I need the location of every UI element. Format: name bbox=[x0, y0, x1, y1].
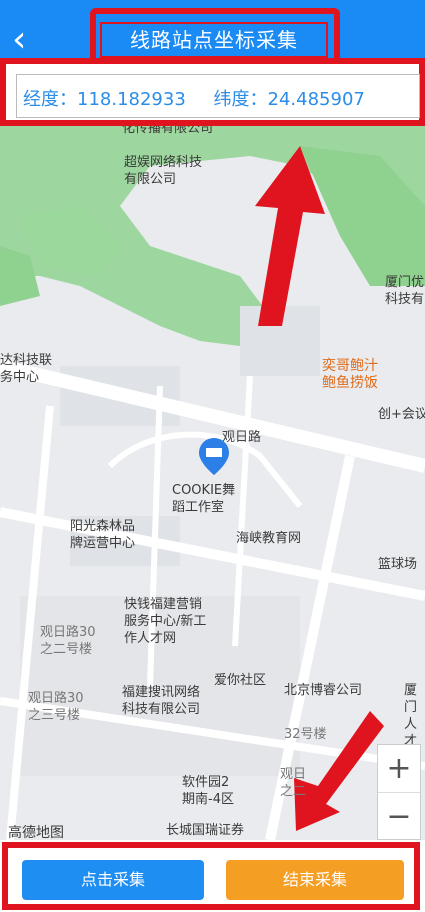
back-icon[interactable]: ‹ bbox=[12, 22, 42, 58]
poi-label[interactable]: 长城国瑞证券 bbox=[166, 822, 244, 839]
poi-label[interactable]: COOKIE舞蹈工作室 bbox=[172, 482, 244, 516]
poi-label[interactable]: 厦门优科技有 bbox=[385, 274, 425, 308]
zoom-out-button[interactable]: − bbox=[378, 793, 420, 840]
location-pin-icon[interactable] bbox=[196, 436, 232, 476]
poi-label[interactable]: 快钱福建营销服务中心/新工作人才网 bbox=[124, 596, 212, 647]
poi-label[interactable]: 创+会议 bbox=[378, 406, 425, 423]
poi-label[interactable]: 观日之二 bbox=[280, 766, 310, 800]
finish-button[interactable]: 结束采集 bbox=[226, 860, 404, 900]
poi-label[interactable]: 篮球场 bbox=[378, 556, 417, 573]
poi-label[interactable]: 超娱网络科技有限公司 bbox=[124, 154, 202, 188]
poi-label[interactable]: 奕哥鲍汁鲍鱼捞饭 bbox=[322, 358, 382, 392]
poi-label[interactable]: 海峡教育网 bbox=[236, 530, 301, 547]
page-title: 线路站点坐标采集 bbox=[100, 22, 328, 58]
poi-label[interactable]: 32号楼 bbox=[284, 726, 327, 743]
poi-label[interactable]: 观日路30之三号楼 bbox=[28, 690, 88, 724]
longitude-value: 118.182933 bbox=[77, 89, 186, 110]
map-view[interactable]: 化传播有限公司 超娱网络科技有限公司 厦门优科技有 达科技联务中心 奕哥鲍汁鲍鱼… bbox=[0, 126, 425, 840]
poi-label[interactable]: 福建搜讯网络科技有限公司 bbox=[122, 684, 210, 718]
latitude-label: 纬度： bbox=[213, 89, 268, 110]
map-logo: 高德地图 bbox=[8, 825, 64, 841]
zoom-in-button[interactable]: + bbox=[378, 745, 420, 793]
poi-label[interactable]: 软件园2期南-4区 bbox=[182, 774, 242, 808]
poi-label[interactable]: 化传播有限公司 bbox=[122, 126, 213, 137]
coordinate-readout: 经度：118.182933 纬度：24.485907 bbox=[16, 74, 420, 118]
poi-label[interactable]: 北京博睿公司 bbox=[284, 682, 362, 699]
collect-button[interactable]: 点击采集 bbox=[22, 860, 204, 900]
zoom-control: + − bbox=[377, 744, 421, 840]
poi-label[interactable]: 达科技联务中心 bbox=[0, 352, 56, 386]
longitude-label: 经度： bbox=[23, 89, 77, 110]
poi-label[interactable]: 爱你社区 bbox=[214, 672, 266, 689]
coordinate-panel: 经度：118.182933 纬度：24.485907 bbox=[0, 58, 425, 126]
poi-label[interactable]: 观日路30之二号楼 bbox=[40, 624, 100, 658]
poi-label[interactable]: 阳光森林品牌运营中心 bbox=[70, 518, 142, 552]
latitude-value: 24.485907 bbox=[267, 89, 365, 110]
